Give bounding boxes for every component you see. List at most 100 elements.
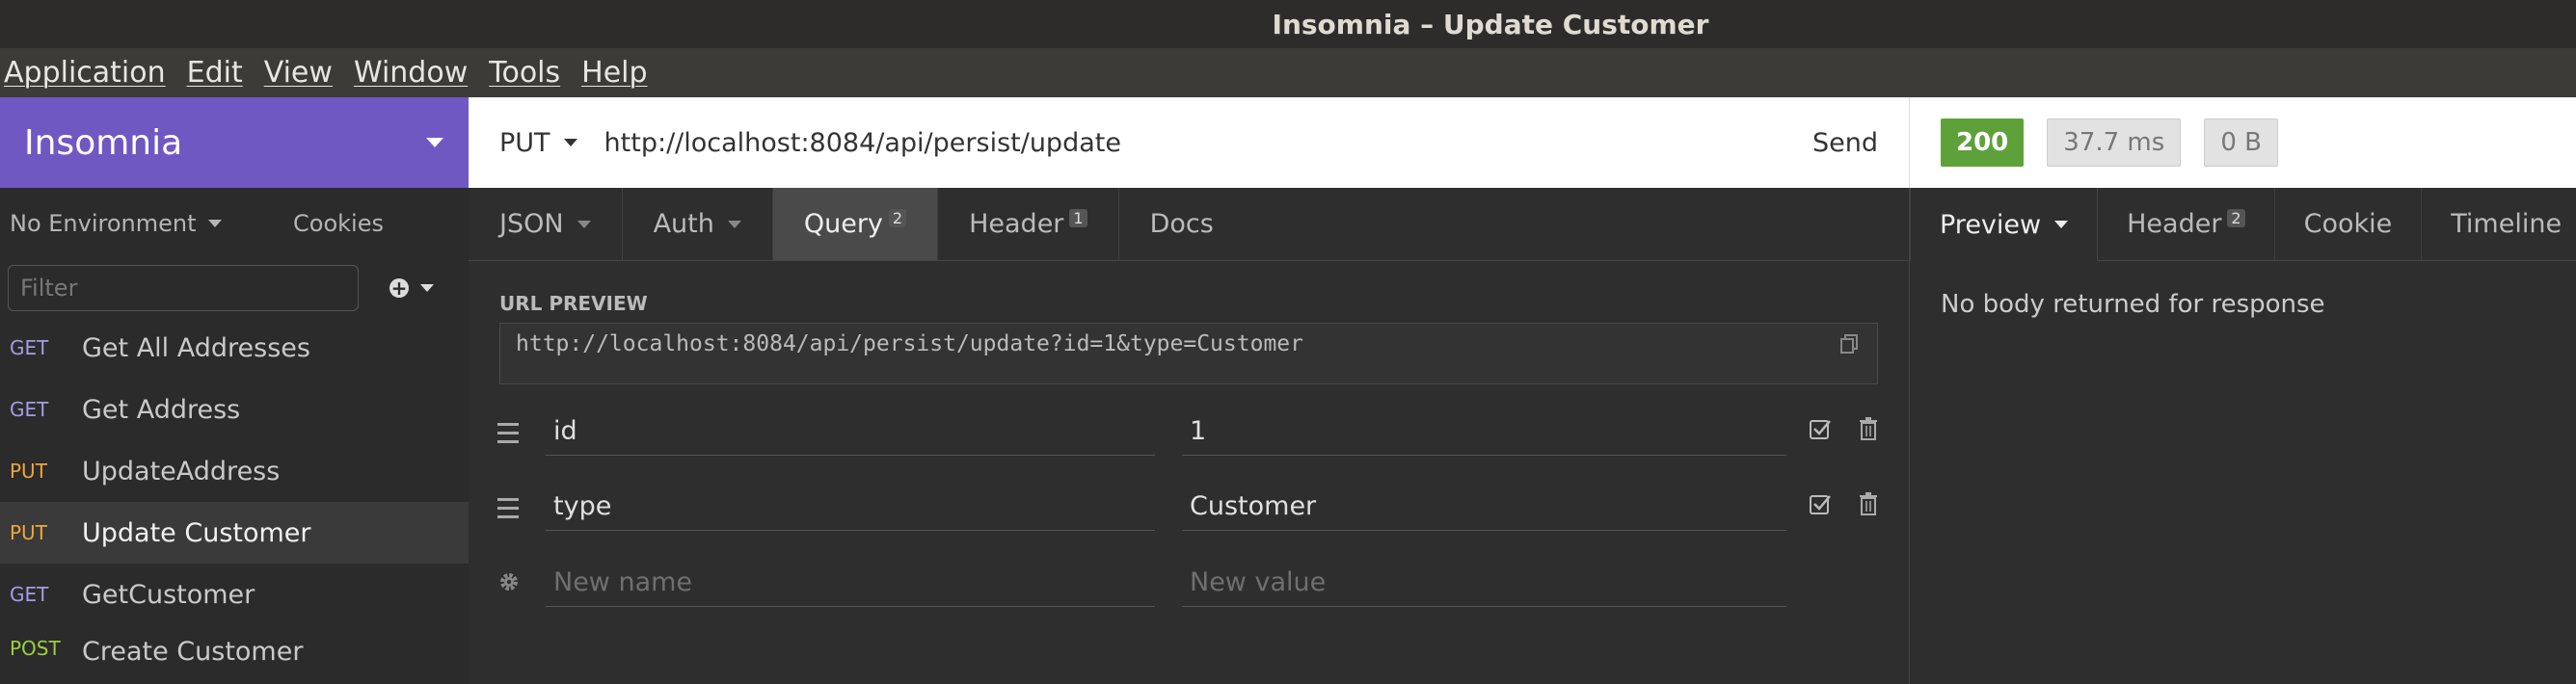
param-value-input[interactable]: 1 [1182, 408, 1786, 456]
request-item[interactable]: GET GetCustomer [0, 564, 469, 625]
gear-icon[interactable] [497, 570, 521, 593]
menu-view[interactable]: View [264, 56, 333, 90]
param-value-input[interactable]: Customer [1182, 483, 1786, 531]
menu-bar: Application Edit View Window Tools Help [0, 48, 2576, 97]
response-pane: Preview Header 2 Cookie Timeline No body… [1910, 188, 2576, 684]
new-param-value-input[interactable]: New value [1182, 559, 1786, 607]
checkbox-checked-icon[interactable] [1809, 417, 1832, 440]
method-label: PUT [499, 127, 550, 158]
chevron-down-icon [727, 220, 741, 228]
tab-count-badge: 2 [888, 209, 907, 227]
request-method: GET [10, 398, 49, 421]
request-method: GET [10, 583, 49, 606]
request-name: Get Address [82, 394, 241, 425]
response-status-bar: 200 37.7 ms 0 B [1910, 97, 2576, 188]
request-method: PUT [10, 521, 47, 544]
add-request-dropdown[interactable]: + [389, 278, 434, 298]
response-body-message: No body returned for response [1941, 290, 2325, 319]
response-time-badge: 37.7 ms [2047, 118, 2182, 167]
menu-edit[interactable]: Edit [187, 56, 243, 90]
query-param-row: type Customer [469, 475, 1910, 550]
request-item[interactable]: POST Create Customer [0, 625, 469, 667]
tab-label: Auth [653, 209, 714, 239]
filter-input[interactable]: Filter [8, 265, 359, 311]
tab-label: Header [2127, 209, 2222, 239]
window-titlebar: Insomnia – Update Customer [0, 0, 2576, 48]
request-pane: JSON Auth Query 2 Header 1 Docs URL PREV… [469, 188, 1910, 684]
url-preview-label: URL PREVIEW [499, 292, 648, 315]
tab-label: Query [803, 209, 883, 239]
menu-window[interactable]: Window [354, 56, 468, 90]
tab-response-header[interactable]: Header 2 [2098, 188, 2275, 260]
status-code-badge: 200 [1941, 118, 2025, 167]
tab-label: Header [969, 209, 1064, 239]
tab-header[interactable]: Header 1 [938, 188, 1119, 260]
request-name: GetCustomer [82, 579, 255, 610]
send-button[interactable]: Send [1812, 128, 1878, 158]
environment-row: No Environment Cookies [0, 188, 469, 259]
menu-application[interactable]: Application [4, 56, 166, 90]
response-tabs: Preview Header 2 Cookie Timeline [1910, 188, 2576, 261]
method-dropdown[interactable]: PUT [499, 128, 577, 158]
request-item[interactable]: GET Get All Addresses [0, 317, 469, 379]
environment-dropdown[interactable]: No Environment [10, 210, 222, 237]
request-method: PUT [10, 460, 47, 483]
window-title: Insomnia – Update Customer [1272, 8, 1709, 40]
request-name: Create Customer [82, 637, 304, 667]
filter-row: Filter + [0, 259, 469, 317]
tab-count-badge: 2 [2227, 209, 2245, 227]
tab-label: Timeline [2451, 209, 2563, 239]
drag-handle-icon[interactable] [497, 498, 519, 524]
request-name: Update Customer [82, 517, 311, 548]
param-name-input[interactable]: id [546, 408, 1155, 456]
chevron-down-icon [563, 139, 577, 146]
workspace-name: Insomnia [24, 122, 183, 163]
tab-count-badge: 1 [1069, 209, 1087, 227]
request-tabs: JSON Auth Query 2 Header 1 Docs [469, 188, 1909, 261]
tab-auth[interactable]: Auth [623, 188, 773, 260]
plus-circle-icon: + [389, 276, 409, 300]
param-name-input[interactable]: type [546, 483, 1155, 531]
drag-handle-icon[interactable] [497, 423, 519, 449]
chevron-down-icon [577, 220, 591, 228]
request-item[interactable]: PUT UpdateAddress [0, 440, 469, 502]
sidebar: Insomnia No Environment Cookies Filter +… [0, 97, 469, 684]
request-method: GET [10, 336, 49, 359]
request-method: POST [10, 637, 61, 660]
environment-label: No Environment [10, 210, 197, 237]
request-name: UpdateAddress [82, 456, 281, 487]
chevron-down-icon [207, 220, 222, 227]
chevron-down-icon [2054, 221, 2069, 228]
new-param-name-input[interactable]: New name [546, 559, 1155, 607]
url-input[interactable]: http://localhost:8084/api/persist/update [604, 128, 1812, 158]
checkbox-checked-icon[interactable] [1809, 492, 1832, 515]
query-param-row: id 1 [469, 400, 1910, 475]
chevron-down-icon [420, 284, 434, 292]
request-item[interactable]: GET Get Address [0, 379, 469, 440]
trash-icon[interactable] [1859, 492, 1878, 515]
response-size-badge: 0 B [2204, 118, 2278, 167]
tab-label: JSON [499, 209, 564, 239]
copy-icon[interactable] [1838, 333, 1860, 355]
tab-preview[interactable]: Preview [1910, 188, 2099, 261]
workspace-selector[interactable]: Insomnia [0, 97, 469, 188]
menu-tools[interactable]: Tools [489, 56, 560, 90]
tab-docs[interactable]: Docs [1119, 188, 1245, 260]
trash-icon[interactable] [1859, 417, 1878, 440]
menu-help[interactable]: Help [581, 56, 647, 90]
tab-query[interactable]: Query 2 [772, 188, 939, 260]
tab-label: Preview [1940, 209, 2042, 240]
chevron-down-icon [426, 138, 443, 147]
request-item-active[interactable]: PUT Update Customer [0, 502, 469, 564]
tab-label: Docs [1149, 209, 1214, 239]
new-param-row: New name New value [469, 551, 1910, 626]
url-preview-text: http://localhost:8084/api/persist/update… [516, 331, 1303, 356]
url-bar: PUT http://localhost:8084/api/persist/up… [469, 97, 1910, 188]
request-name: Get All Addresses [82, 332, 310, 363]
tab-cookie[interactable]: Cookie [2275, 188, 2423, 260]
url-preview: http://localhost:8084/api/persist/update… [499, 323, 1878, 384]
tab-timeline[interactable]: Timeline [2422, 188, 2576, 260]
tab-label: Cookie [2303, 209, 2393, 239]
cookies-button[interactable]: Cookies [293, 210, 384, 237]
tab-body[interactable]: JSON [469, 188, 623, 260]
